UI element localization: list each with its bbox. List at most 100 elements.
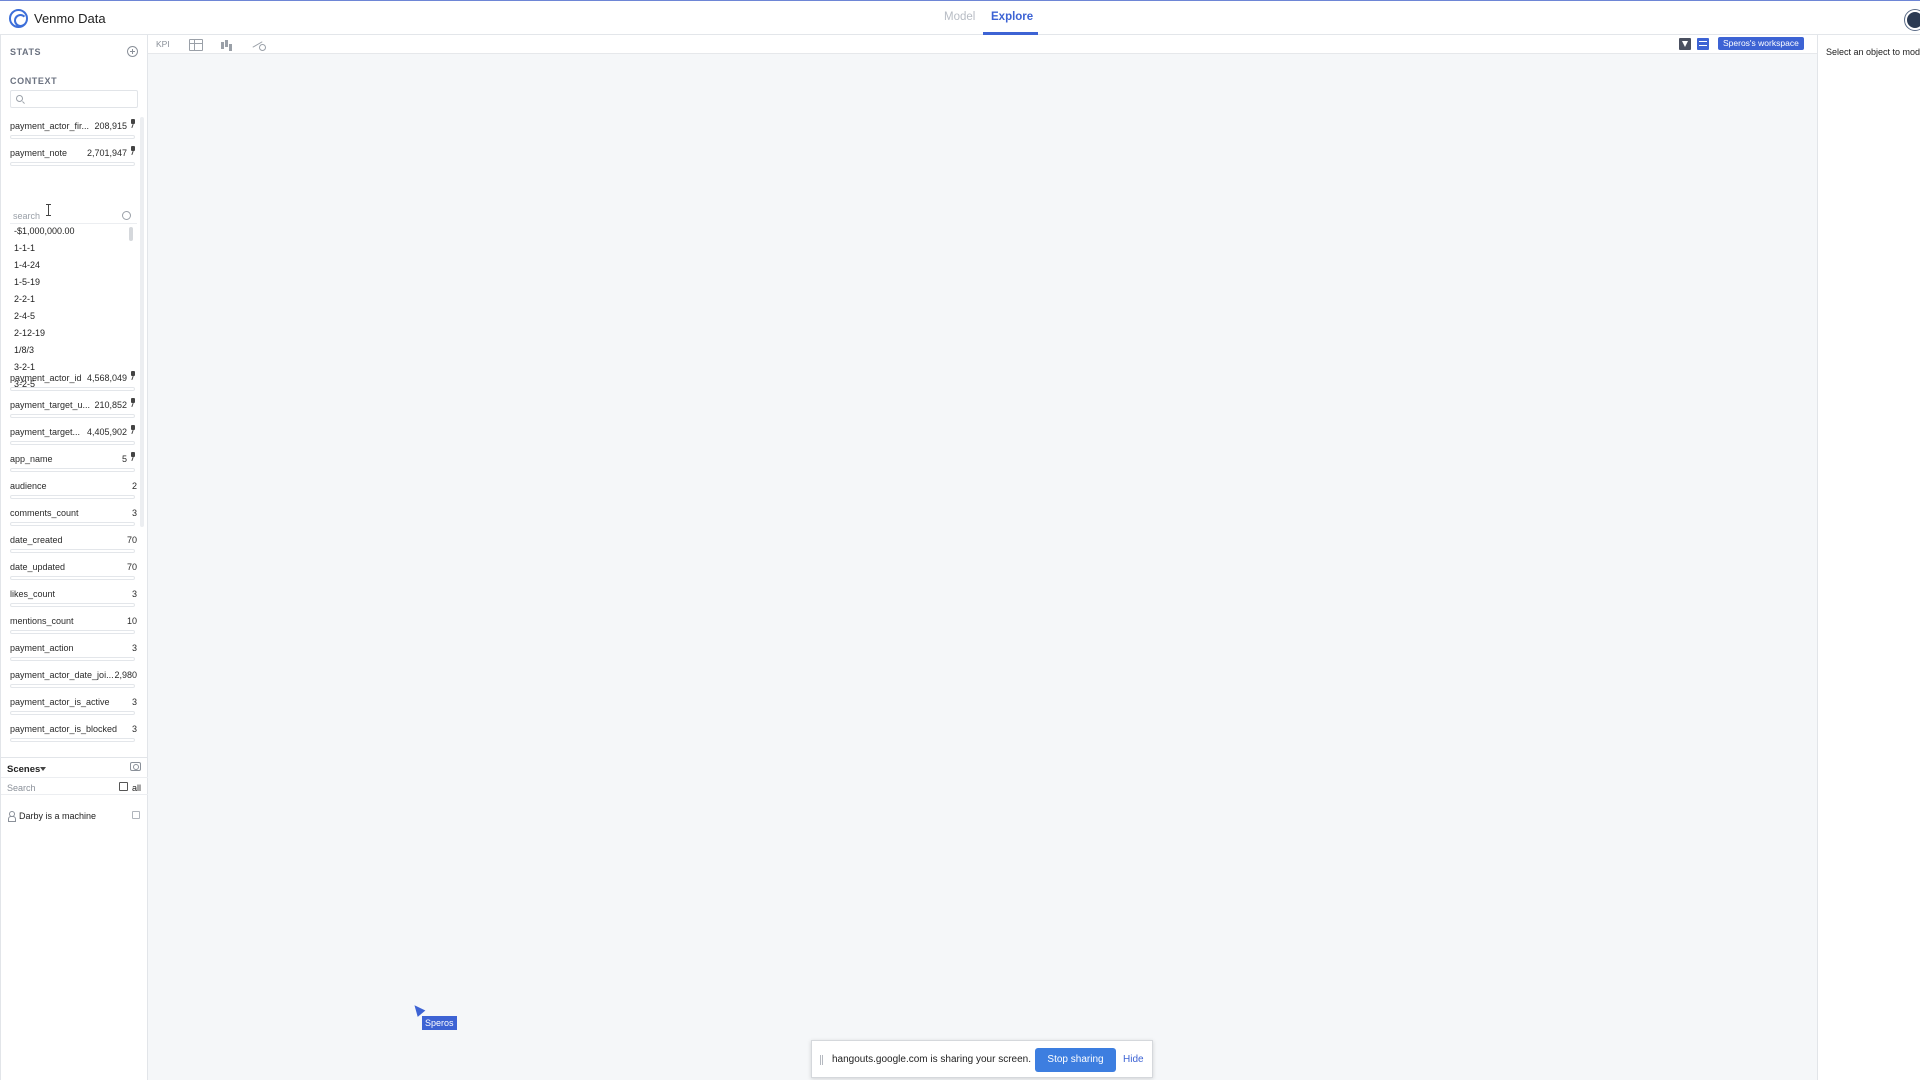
- stat-name: payment_target...: [10, 427, 81, 437]
- stat-bar: [10, 495, 135, 499]
- stat-count: 4,405,902: [86, 427, 127, 437]
- scenes-search-row: Search all: [1, 777, 148, 795]
- stat-row[interactable]: payment_actor_fir... 208,915: [10, 117, 137, 144]
- stat-name: payment_action: [10, 643, 74, 653]
- settings-icon[interactable]: [1697, 38, 1709, 50]
- stat-name: comments_count: [10, 508, 79, 518]
- stat-row[interactable]: payment_actor_date_joi... 2,980: [10, 666, 137, 693]
- user-avatar[interactable]: [1905, 10, 1920, 30]
- stat-count: 2,701,947: [86, 148, 127, 158]
- stop-sharing-button[interactable]: Stop sharing: [1035, 1048, 1116, 1072]
- hide-button[interactable]: Hide: [1123, 1054, 1144, 1065]
- person-icon: [8, 811, 16, 822]
- stat-count: 208,915: [94, 121, 127, 131]
- value-list-dropdown: search -$1,000,000.00 1-1-1 1-4-24 1-5-1…: [10, 208, 137, 390]
- stats-label: STATS: [10, 47, 42, 57]
- stat-bar: [10, 576, 135, 580]
- properties-hint: Select an object to modify its propertie…: [1826, 47, 1920, 57]
- stat-name: payment_target_u...: [10, 400, 91, 410]
- text-cursor-icon: [46, 204, 51, 216]
- stat-name: payment_note: [10, 148, 68, 158]
- add-flow-icon[interactable]: [251, 39, 266, 51]
- stat-count: 70: [126, 562, 137, 572]
- value-item[interactable]: 1-5-19: [14, 277, 40, 287]
- stat-bar: [10, 738, 135, 742]
- venmo-logo-icon: [9, 9, 28, 28]
- clear-icon[interactable]: [122, 211, 131, 220]
- pin-icon[interactable]: [129, 119, 137, 129]
- stat-row[interactable]: payment_note 2,701,947: [10, 144, 137, 171]
- stat-count: 3: [131, 724, 137, 734]
- stat-row[interactable]: mentions_count 10: [10, 612, 137, 639]
- stat-row[interactable]: comments_count 3: [10, 504, 137, 531]
- value-item[interactable]: 2-12-19: [14, 328, 45, 338]
- context-label: CONTEXT: [10, 76, 58, 86]
- stat-bar: [10, 468, 135, 472]
- stat-bar: [10, 162, 135, 166]
- pin-icon[interactable]: [129, 146, 137, 156]
- pin-icon[interactable]: [129, 452, 137, 462]
- stat-row[interactable]: payment_actor_is_active 3: [10, 693, 137, 720]
- scenes-search-input[interactable]: Search: [7, 783, 36, 793]
- stat-count: 5: [121, 454, 127, 464]
- share-icon[interactable]: [132, 811, 140, 819]
- stat-row[interactable]: date_updated 70: [10, 558, 137, 585]
- stat-row[interactable]: payment_target_u... 210,852: [10, 396, 137, 423]
- context-search-input[interactable]: [10, 90, 138, 108]
- workspace-badge[interactable]: Speros's workspace: [1718, 37, 1804, 50]
- value-item[interactable]: 1-1-1: [14, 243, 35, 253]
- stat-bar: [10, 414, 135, 418]
- chevron-down-icon[interactable]: [40, 767, 46, 771]
- add-stat-icon[interactable]: [127, 46, 138, 57]
- tab-explore[interactable]: Explore: [991, 11, 1033, 23]
- value-item[interactable]: 1/8/3: [14, 345, 34, 355]
- stat-bar: [10, 135, 135, 139]
- value-item[interactable]: 2-4-5: [14, 311, 35, 321]
- stat-bar: [10, 711, 135, 715]
- explore-canvas[interactable]: KPI Speros's workspace Speros: [148, 35, 1817, 1080]
- value-item[interactable]: 2-2-1: [14, 294, 35, 304]
- camera-icon[interactable]: [130, 762, 141, 771]
- stat-count: 2: [131, 481, 137, 491]
- stat-name: app_name: [10, 454, 53, 464]
- filter-icon[interactable]: [1679, 38, 1691, 50]
- all-checkbox[interactable]: [119, 782, 128, 791]
- stat-name: audience: [10, 481, 47, 491]
- stat-row[interactable]: payment_actor_is_blocked 3: [10, 720, 137, 747]
- add-kpi-button[interactable]: KPI: [156, 39, 174, 51]
- stat-row[interactable]: date_created 70: [10, 531, 137, 558]
- value-item[interactable]: 3-2-5: [14, 379, 35, 387]
- add-table-icon[interactable]: [189, 39, 203, 51]
- value-item[interactable]: -$1,000,000.00: [14, 226, 75, 236]
- tab-model[interactable]: Model: [944, 11, 975, 23]
- search-icon: [16, 95, 23, 102]
- stat-bar: [10, 549, 135, 553]
- canvas-toolbar: KPI Speros's workspace: [148, 35, 1817, 54]
- stat-name: likes_count: [10, 589, 56, 599]
- value-search-input[interactable]: search: [13, 211, 40, 221]
- scenes-dropdown[interactable]: Scenes: [7, 764, 40, 775]
- stat-count: 210,852: [94, 400, 127, 410]
- value-items: -$1,000,000.00 1-1-1 1-4-24 1-5-19 2-2-1…: [10, 224, 137, 387]
- stat-count: 3: [131, 589, 137, 599]
- share-message: hangouts.google.com is sharing your scre…: [832, 1054, 1032, 1065]
- drag-handle-icon[interactable]: [820, 1055, 823, 1065]
- stat-row[interactable]: likes_count 3: [10, 585, 137, 612]
- stat-row[interactable]: payment_target... 4,405,902: [10, 423, 137, 450]
- scenes-header: Scenes: [1, 757, 148, 775]
- value-list-scrollbar[interactable]: [129, 227, 133, 241]
- stat-list-scrollbar[interactable]: [140, 117, 144, 527]
- value-item[interactable]: 3-2-1: [14, 362, 35, 372]
- stat-name: payment_actor_fir...: [10, 121, 90, 131]
- stat-row[interactable]: payment_action 3: [10, 639, 137, 666]
- stat-row[interactable]: app_name 5: [10, 450, 137, 477]
- scene-item[interactable]: Darby is a machine: [1, 809, 148, 823]
- value-item[interactable]: 1-4-24: [14, 260, 40, 270]
- stat-bar: [10, 522, 135, 526]
- add-chart-icon[interactable]: [220, 39, 234, 51]
- app-title: Venmo Data: [34, 11, 106, 26]
- stat-row[interactable]: audience 2: [10, 477, 137, 504]
- pin-icon[interactable]: [129, 398, 137, 408]
- pin-icon[interactable]: [129, 425, 137, 435]
- all-checkbox-label: all: [132, 783, 142, 793]
